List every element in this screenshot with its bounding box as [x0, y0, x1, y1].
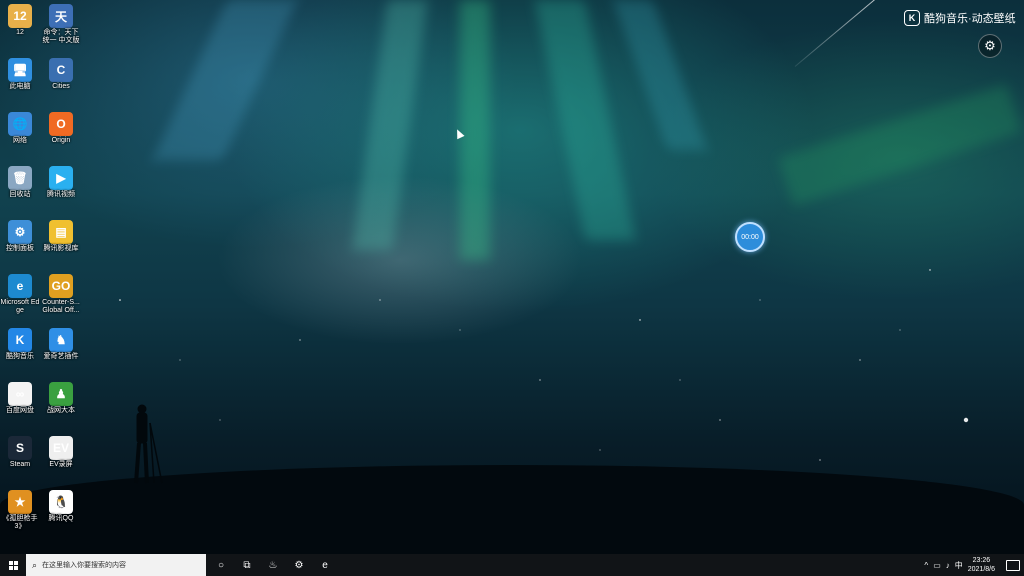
desktop-icon[interactable]: GO Counter-S... Global Off... — [41, 270, 81, 315]
game-center-icon: ♟ — [49, 382, 73, 406]
desktop-icon-label: 酷狗音乐 — [6, 353, 34, 360]
desktop-icon-label: 腾讯QQ — [48, 515, 74, 522]
network-icon: 🌐 — [8, 112, 32, 136]
desktop-icon[interactable]: 天命令：天下统一 中文版 — [41, 0, 81, 45]
recycle-bin-icon: 🗑 — [8, 166, 32, 190]
origin-icon: O — [49, 112, 73, 136]
desktop-icon[interactable]: e Microsoft Edge — [0, 270, 40, 315]
game-shortcut-icon: 天 — [49, 4, 73, 28]
timer-bubble[interactable]: 00:00 — [735, 222, 765, 252]
desktop-icon-label: 12 — [16, 29, 24, 36]
network-tray-icon[interactable]: ▭ — [933, 561, 941, 570]
ev-recorder-icon: EV — [49, 436, 73, 460]
steam-icon[interactable]: ♨ — [260, 554, 286, 576]
windows-logo-icon — [8, 560, 18, 570]
folder-icon: ▤ — [49, 220, 73, 244]
clock-date: 2021/8/6 — [967, 566, 995, 573]
game-icon: ★ — [8, 490, 32, 514]
desktop-icon-label: 控制面板 — [6, 245, 34, 252]
desktop-icon[interactable]: 🖥 此电脑 — [0, 54, 40, 91]
desktop-icon[interactable]: 🌐 网络 — [0, 108, 40, 145]
desktop-icon-label: Counter-S... Global Off... — [42, 299, 80, 314]
control-panel-icon: ⚙ — [8, 220, 32, 244]
qq-icon: 🐧 — [49, 490, 73, 514]
desktop-icon[interactable]: O Origin — [41, 108, 81, 145]
desktop-icon-label: 腾讯影视库 — [43, 245, 79, 252]
desktop-icon-label: 腾讯视频 — [47, 191, 75, 198]
tencent-video-icon: ▶ — [49, 166, 73, 190]
brand-label: 酷狗音乐·动态壁纸 — [924, 13, 1016, 25]
start-button[interactable] — [0, 554, 26, 576]
desktop: K 酷狗音乐·动态壁纸 ⚙ 00:00 12 12 天命令：天下统一 中文版 🖥 此电脑… — [0, 0, 1024, 554]
notification-icon[interactable] — [1006, 559, 1020, 571]
search-placeholder: 在这里输入你要搜索的内容 — [42, 562, 127, 569]
taskbar-apps: ○ ⧉ ♨ ⚙ e — [208, 554, 338, 576]
desktop-icon[interactable]: ⚙ 控制面板 — [0, 216, 40, 253]
folder-user-icon: 12 — [8, 4, 32, 28]
desktop-icon[interactable]: ▤ 腾讯影视库 — [41, 216, 81, 253]
task-view-icon[interactable]: ⧉ — [234, 554, 260, 576]
desktop-icon-label: Microsoft Edge — [0, 299, 40, 314]
desktop-icon-label: Origin — [51, 137, 71, 144]
desktop-icon-label: 战网大本 — [47, 407, 75, 414]
desktop-icon[interactable]: 🗑 回收站 — [0, 162, 40, 199]
desktop-icon-label: 爱奇艺插件 — [43, 353, 79, 360]
computer-icon: 🖥 — [8, 58, 32, 82]
person-silhouette — [134, 404, 163, 484]
desktop-icon[interactable]: ★ 《孤胆枪手 3》 — [0, 486, 40, 531]
search-icon: ⌕ — [32, 559, 38, 570]
csgo-icon: GO — [49, 274, 73, 298]
taskbar-search-box[interactable]: ⌕ 在这里输入你要搜索的内容 — [26, 554, 206, 576]
gear-icon[interactable]: ⚙ — [978, 34, 1002, 58]
kugou-k-icon: K — [904, 10, 920, 26]
desktop-icon[interactable]: S Steam — [0, 432, 40, 469]
desktop-icon-label: 回收站 — [9, 191, 31, 198]
desktop-icon-label: 百度网盘 — [6, 407, 34, 414]
cities-icon: C — [49, 58, 73, 82]
steam-icon: S — [8, 436, 32, 460]
desktop-icon-label: Cities — [52, 83, 70, 90]
desktop-icon-label: Steam — [9, 461, 31, 468]
wallpaper-brand: K 酷狗音乐·动态壁纸 — [904, 10, 1016, 26]
system-tray: ^ ▭ ♪ 中 23:26 2021/8/6 — [924, 554, 1024, 576]
desktop-icon-label: 命令：天下统一 中文版 — [42, 29, 80, 44]
desktop-icon-label: 网络 — [13, 137, 27, 144]
volume-icon[interactable]: ♪ — [946, 561, 950, 570]
edge-icon[interactable]: e — [312, 554, 338, 576]
bunny-icon: ♞ — [49, 328, 73, 352]
desktop-icon[interactable]: C Cities — [41, 54, 81, 91]
tray-chevron-icon[interactable]: ^ — [924, 561, 928, 570]
cortana-icon[interactable]: ○ — [208, 554, 234, 576]
edge-icon: e — [8, 274, 32, 298]
baidu-netdisk-icon: ∞ — [8, 382, 32, 406]
desktop-icon[interactable]: ∞ 百度网盘 — [0, 378, 40, 415]
clock[interactable]: 23:26 2021/8/6 — [968, 556, 995, 574]
ime-indicator[interactable]: 中 — [955, 560, 963, 571]
desktop-icon-label: 此电脑 — [9, 83, 31, 90]
desktop-icon[interactable]: EV EV录屏 — [41, 432, 81, 469]
clock-time: 23:26 — [972, 557, 991, 564]
desktop-icon-label: EV录屏 — [49, 461, 73, 468]
desktop-icon-label: 《孤胆枪手 3》 — [2, 515, 38, 530]
settings-icon[interactable]: ⚙ — [286, 554, 312, 576]
desktop-icon[interactable]: 12 12 — [0, 0, 40, 37]
kugou-icon: K — [8, 328, 32, 352]
desktop-icon[interactable]: ♟ 战网大本 — [41, 378, 81, 415]
desktop-icon[interactable]: 🐧 腾讯QQ — [41, 486, 81, 523]
desktop-icon[interactable]: K 酷狗音乐 — [0, 324, 40, 361]
taskbar: ⌕ 在这里输入你要搜索的内容 ○ ⧉ ♨ ⚙ e ^ ▭ ♪ 中 23:26 2021/… — [0, 554, 1024, 576]
desktop-icon[interactable]: ▶ 腾讯视频 — [41, 162, 81, 199]
desktop-icon[interactable]: ♞ 爱奇艺插件 — [41, 324, 81, 361]
